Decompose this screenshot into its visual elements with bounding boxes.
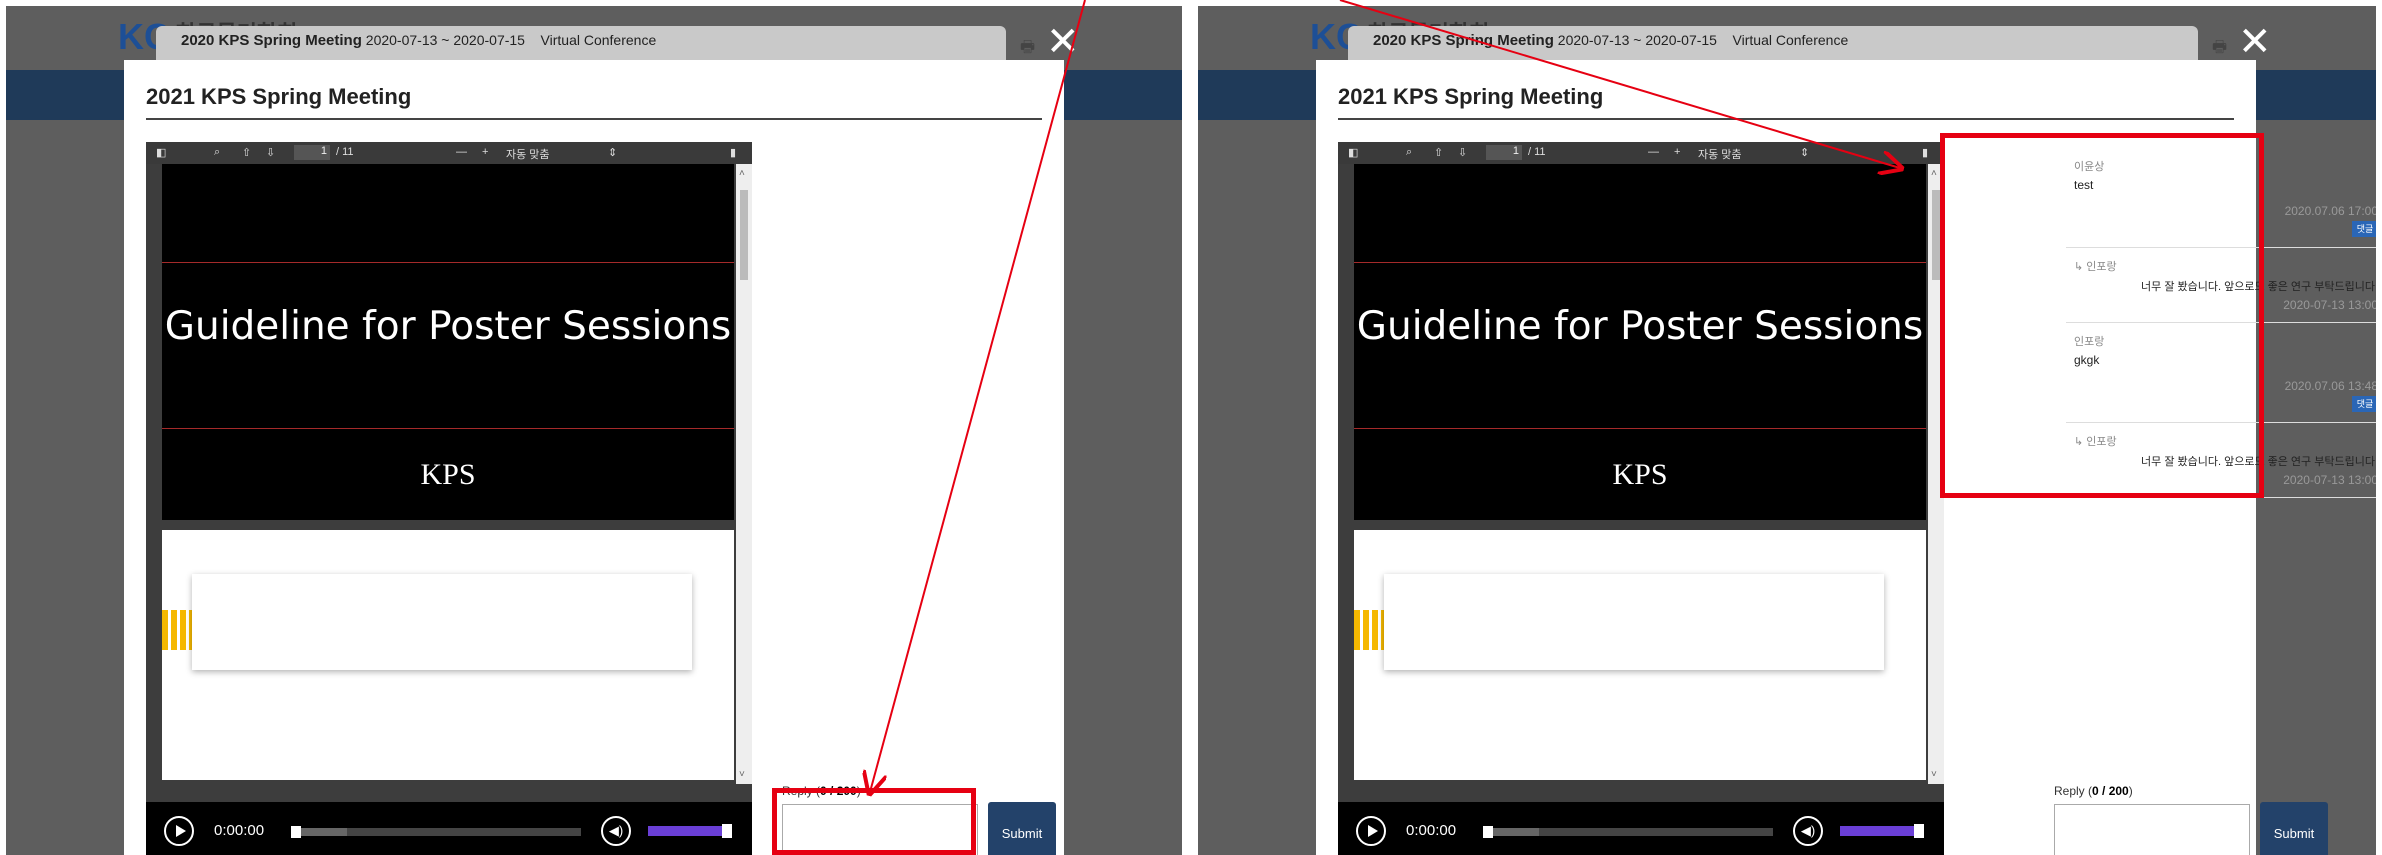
arrow-to-reply-input [870,0,1086,792]
annotation-arrows [0,0,2382,855]
arrow-to-comment-list [1339,0,1900,168]
